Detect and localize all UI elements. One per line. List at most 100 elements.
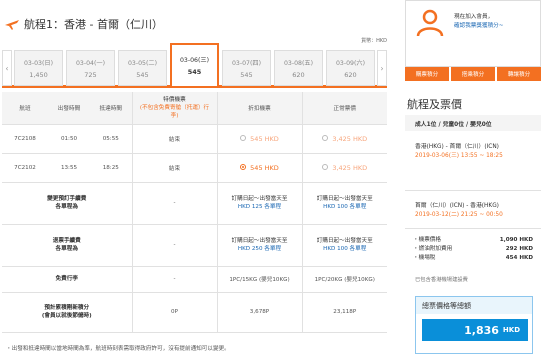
table-row: 免費行李 - 1PC/15KG (嬰兒10KG) 1PC/20KG (嬰兒10K… xyxy=(2,266,387,293)
flex-fare-option[interactable]: 545 HKD xyxy=(216,153,302,183)
row-title: 預計累積剛新積分 xyxy=(44,305,90,311)
page-title: 航程1：香港 - 首爾（仁川） xyxy=(24,18,163,31)
radio-button[interactable] xyxy=(240,135,247,141)
flex-value: 訂購日起～出發當天至 HKD 125 各單程 xyxy=(216,182,302,225)
return-segment: 首爾（仁川）(ICN) - 香港(HKG) 2019-03-12(二) 21:2… xyxy=(415,202,503,220)
fee-amount: HKD 125 各單程 xyxy=(237,204,282,210)
cost-label: ・燃油附加費用 xyxy=(413,246,453,252)
fare-price: 545 HKD xyxy=(250,163,279,172)
tab-date: 03-08(五) xyxy=(284,59,313,67)
special-note: (不包含免費寄艙（托運）行 xyxy=(139,104,210,111)
date-tab[interactable]: 03-07(四) 545 xyxy=(222,50,271,86)
user-icon xyxy=(416,9,444,37)
tab-date: 03-04(一) xyxy=(76,59,105,67)
date-tabs: 03-03(日) 1,450 03-04(一) 725 03-05(二) 545 03… xyxy=(14,43,375,86)
fee-amount: HKD 100 各單程 xyxy=(323,246,367,252)
flex-value: 3,678P xyxy=(216,292,302,333)
fare-price: 3,425 HKD xyxy=(332,134,368,143)
refund-fee-title: 退票手續費 各單程為 xyxy=(2,224,132,267)
total-amount: 1,836 xyxy=(464,323,499,337)
airplane-icon xyxy=(5,20,19,30)
fare-table: 航班 出發時間 抵達時間 特價機票 (不包含免費寄艙（托運）行 李) 折扣機票 正常… xyxy=(2,92,387,333)
radio-button-selected[interactable] xyxy=(240,164,247,170)
baggage-title: 免費行李 xyxy=(2,266,132,293)
fee-period: 訂購日起～出發當天至 xyxy=(316,238,373,244)
tab-date: 03-05(二) xyxy=(128,59,157,67)
std-value: 1PC/20KG (嬰兒10KG) xyxy=(301,266,387,293)
title-row: 航程1：香港 - 首爾（仁川） xyxy=(4,14,163,34)
purchase-points-button[interactable]: 購票積分 xyxy=(405,67,449,81)
table-row: 預計累積剛新積分 (會員以就後節儲時) 0P 3,678P 23,118P xyxy=(2,292,387,333)
date-tab[interactable]: 03-09(六) 620 xyxy=(326,50,375,86)
row-title: 免費行李 xyxy=(55,276,78,282)
date-tab[interactable]: 03-04(一) 725 xyxy=(66,50,115,86)
col-header-flight: 航班 xyxy=(2,92,48,125)
tab-date: 03-03(日) xyxy=(24,59,53,67)
tax-note: 已包含香港機場建設費 xyxy=(415,277,468,283)
date-tab[interactable]: 03-05(二) 545 xyxy=(118,50,167,86)
tab-price: 545 xyxy=(136,70,149,79)
next-dates-button[interactable]: › xyxy=(377,50,387,86)
col-header-std: 正常票價 xyxy=(301,92,387,125)
std-fare-option[interactable]: 3,425 HKD xyxy=(301,153,387,183)
table-row: 7C2108 01:50 05:55 結束 545 HKD 3,425 HKD xyxy=(2,124,387,154)
flex-fare-option[interactable]: 545 HKD xyxy=(216,124,302,154)
fee-amount: HKD 250 各單程 xyxy=(237,246,282,252)
cost-line: ・機場稅 454 HKD xyxy=(413,254,533,263)
fare-price: 545 HKD xyxy=(250,134,279,143)
chevron-right-icon: › xyxy=(380,63,384,73)
flight-number: 7C2108 xyxy=(2,124,48,154)
tab-price: 1,450 xyxy=(29,70,48,79)
date-tab[interactable]: 03-03(日) 1,450 xyxy=(14,50,63,86)
col-header-flex: 折扣機票 xyxy=(216,92,302,125)
special-value: - xyxy=(131,182,217,225)
member-link[interactable]: 確認我票獎獲積分~ xyxy=(454,22,503,31)
transfer-points-button[interactable]: 轉讓積分 xyxy=(497,67,541,81)
std-value: 23,118P xyxy=(301,292,387,333)
segment-route: 香港(HKG) - 首爾（仁川）(ICN) xyxy=(415,144,499,150)
points-buttons: 購票積分 搭乘積分 轉讓積分 xyxy=(405,67,541,81)
fee-period: 訂購日起～出發當天至 xyxy=(231,196,288,202)
chevron-left-icon: ‹ xyxy=(5,63,9,73)
cost-value: 1,090 HKD xyxy=(499,237,533,243)
total-label: 總票價格等總額 xyxy=(416,297,532,314)
total-amount-bar: 1,836 HKD xyxy=(422,319,528,341)
fee-period: 訂購日起～出發當天至 xyxy=(231,238,288,244)
footnote: ・出發和抵達時間以當地時間為準，航班時刻表需取得政府許可，沒有提前通知可以變更。 xyxy=(6,346,230,352)
row-title: 退票手續費 xyxy=(52,238,81,244)
radio-button[interactable] xyxy=(322,164,329,170)
prev-dates-button[interactable]: ‹ xyxy=(2,50,12,86)
flight-points-button[interactable]: 搭乘積分 xyxy=(451,67,495,81)
summary-title: 航程及票價 xyxy=(407,98,462,111)
arrive-time: 05:55 xyxy=(90,124,132,154)
special-fare-status: 結束 xyxy=(131,124,217,154)
tab-date: 03-06(三) xyxy=(180,57,209,64)
cost-line: ・燃油附加費用 292 HKD xyxy=(413,245,533,254)
tab-price: 620 xyxy=(292,70,305,79)
tab-price: 725 xyxy=(84,70,97,79)
table-header-row: 航班 出發時間 抵達時間 特價機票 (不包含免費寄艙（托運）行 李) 折扣機票 正常… xyxy=(2,92,387,125)
fare-price: 3,425 HKD xyxy=(332,163,368,172)
date-tab[interactable]: 03-08(五) 620 xyxy=(274,50,323,86)
total-currency: HKD xyxy=(502,326,520,334)
special-value: - xyxy=(131,224,217,267)
std-value: 訂購日起～出發當天至 HKD 100 各單程 xyxy=(301,182,387,225)
cost-value: 454 HKD xyxy=(505,255,533,261)
radio-button[interactable] xyxy=(322,135,329,141)
segment-datetime: 2019-03-06(三) 13:55 ~ 18:25 xyxy=(415,153,503,159)
outbound-segment: 香港(HKG) - 首爾（仁川）(ICN) 2019-03-06(三) 13:5… xyxy=(415,143,503,161)
special-note-2: 李) xyxy=(170,112,179,119)
tab-price: 545 xyxy=(187,68,202,76)
row-subtitle: (會員以就後節儲時) xyxy=(41,313,92,319)
col-header-special: 特價機票 (不包含免費寄艙（托運）行 李) xyxy=(131,92,217,125)
std-fare-option[interactable]: 3,425 HKD xyxy=(301,124,387,154)
std-value: 訂購日起～出發當天至 HKD 100 各單程 xyxy=(301,224,387,267)
segment-route: 首爾（仁川）(ICN) - 香港(HKG) xyxy=(415,203,499,209)
date-tab-selected[interactable]: 03-06(三) 545 xyxy=(170,43,219,86)
cost-label: ・機票價格 xyxy=(413,237,441,243)
flight-number: 7C2102 xyxy=(2,153,48,183)
cost-line: ・機票價格 1,090 HKD xyxy=(413,236,533,245)
passenger-count: 成人1位 / 兒童0位 / 嬰兒0位 xyxy=(405,115,541,131)
points-title: 預計累積剛新積分 (會員以就後節儲時) xyxy=(2,292,132,333)
row-subtitle: 各單程為 xyxy=(55,246,78,252)
